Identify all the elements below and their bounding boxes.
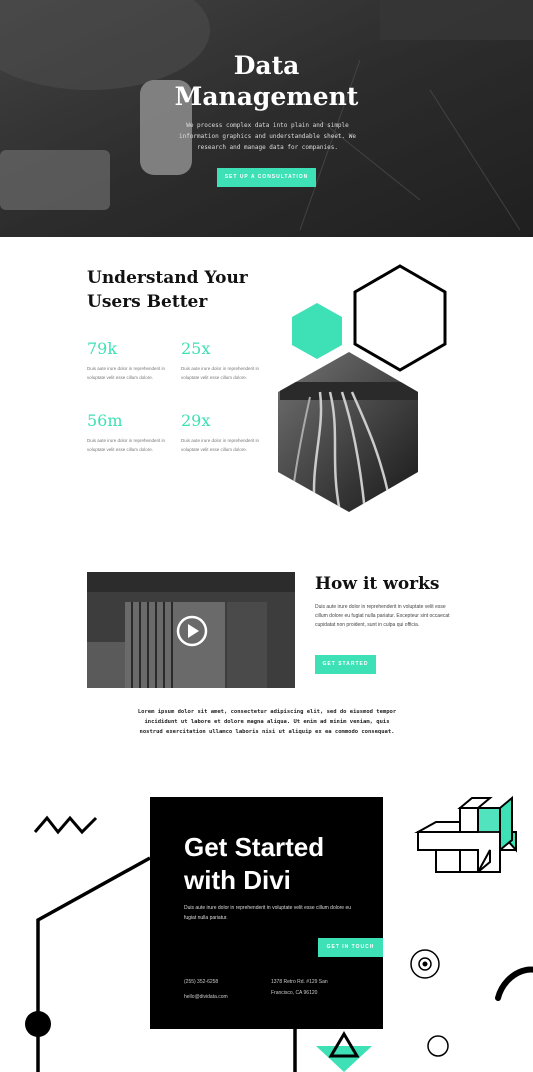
stat-description: Duis aute irure dolor in reprehenderit i…	[87, 438, 166, 452]
stat-value: 29x	[181, 411, 211, 430]
users-title-line1: Understand Your	[87, 268, 248, 288]
lorem-paragraph: Lorem ipsum dolor sit amet, consectetur …	[137, 709, 397, 735]
line-path-shape	[36, 856, 151, 1072]
play-icon[interactable]	[176, 615, 208, 647]
stat-item: 29x Duis aute irure dolor in reprehender…	[181, 411, 261, 454]
contact-details: (255) 352-6258 hello@dividata.com	[184, 977, 228, 1003]
address-line2: Francisco, CA 96120	[271, 990, 318, 996]
stat-description: Duis aute irure dolor in reprehenderit i…	[181, 438, 260, 452]
hero-subtitle: We process complex data into plain and s…	[178, 122, 356, 151]
get-started-button[interactable]: GET STARTED	[315, 655, 376, 674]
cta-title: Get Started with Divi	[184, 831, 324, 897]
hero-title-line1: Data	[233, 51, 300, 80]
address-line1: 1378 Retro Rd. #129 San	[271, 979, 328, 985]
accent-hexagon	[292, 303, 342, 359]
hero-title: Data Management	[0, 50, 533, 112]
curve-hook-shape	[495, 966, 533, 1001]
address-details: 1378 Retro Rd. #129 San Francisco, CA 96…	[271, 977, 328, 999]
stat-value: 56m	[87, 411, 123, 430]
stat-item: 56m Duis aute irure dolor in reprehender…	[87, 411, 167, 454]
how-title: How it works	[315, 574, 440, 594]
target-circle-icon	[410, 949, 440, 979]
stat-value: 25x	[181, 339, 211, 358]
consultation-button[interactable]: SET UP A CONSULTATION	[217, 168, 316, 187]
how-text: Duis aute irure dolor in reprehenderit i…	[315, 604, 450, 628]
cross-3d-icon	[414, 795, 517, 873]
hero-overlay	[0, 0, 533, 237]
small-ring-icon	[427, 1035, 449, 1057]
server-cable-image	[278, 352, 418, 512]
accent-triangle-shape	[316, 1046, 372, 1072]
cta-text: Duis aute irure dolor in reprehenderit i…	[184, 905, 352, 921]
hero-title-line2: Management	[174, 82, 359, 111]
video-thumbnail[interactable]	[87, 572, 295, 688]
stat-value: 79k	[87, 339, 118, 358]
cta-title-line1: Get Started	[184, 832, 325, 862]
get-in-touch-button[interactable]: GET IN TOUCH	[318, 938, 383, 957]
zigzag-icon	[33, 815, 98, 835]
dot-circle-icon	[25, 1011, 51, 1037]
hexagon-graphic	[278, 264, 447, 512]
stat-description: Duis aute irure dolor in reprehenderit i…	[181, 366, 260, 380]
stat-description: Duis aute irure dolor in reprehenderit i…	[87, 366, 166, 380]
stat-item: 25x Duis aute irure dolor in reprehender…	[181, 339, 261, 382]
outline-hexagon	[353, 264, 447, 372]
users-title: Understand Your Users Better	[87, 266, 248, 314]
email-link[interactable]: hello@dividata.com	[184, 992, 228, 1003]
cta-title-line2: with Divi	[184, 865, 291, 895]
stat-item: 79k Duis aute irure dolor in reprehender…	[87, 339, 167, 382]
hero-section: Data Management We process complex data …	[0, 0, 533, 237]
users-title-line2: Users Better	[87, 292, 208, 312]
phone-text: (255) 352-6258	[184, 979, 219, 985]
